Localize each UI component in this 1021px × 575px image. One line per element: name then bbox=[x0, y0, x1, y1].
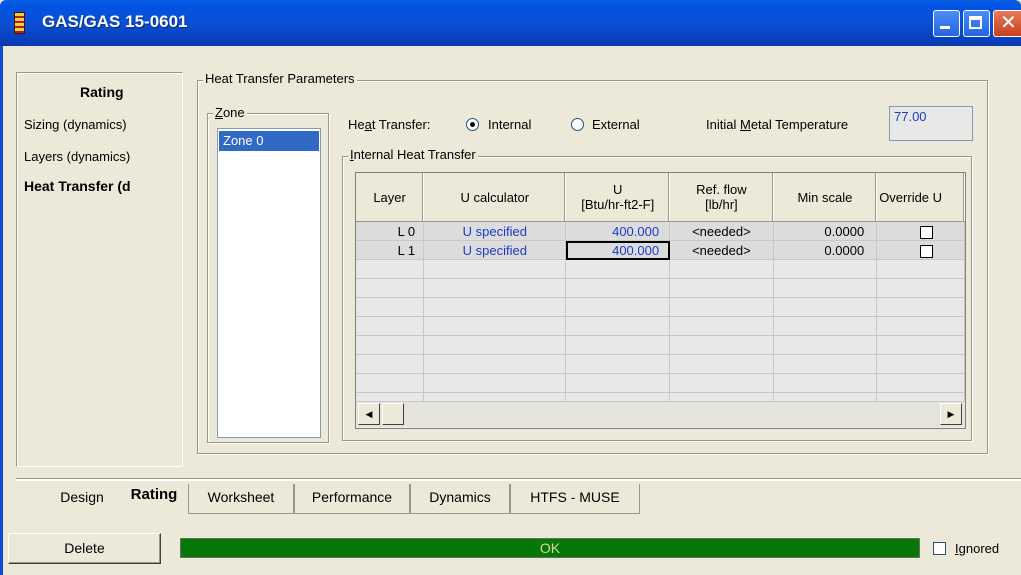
grid-header-row: Layer U calculator U [Btu/hr-ft2-F] Ref. … bbox=[356, 173, 965, 222]
initial-metal-temperature-input[interactable]: 77.00 bbox=[889, 106, 973, 141]
cell-u-selected[interactable]: 400.000 bbox=[565, 240, 671, 260]
empty-row bbox=[356, 297, 965, 317]
initial-metal-temperature-label: Initial Metal Temperature bbox=[706, 117, 848, 132]
nav-header: Rating bbox=[80, 84, 124, 100]
nav-item-layers[interactable]: Layers (dynamics) bbox=[24, 149, 130, 164]
iht-label-rest: nternal Heat Transfer bbox=[353, 147, 476, 162]
empty-row bbox=[356, 354, 965, 374]
radio-external[interactable] bbox=[571, 118, 584, 131]
imt-label-rest: etal Temperature bbox=[750, 117, 849, 132]
empty-row bbox=[356, 278, 965, 298]
ignored-label-rest: gnored bbox=[958, 541, 1000, 556]
cell-layer[interactable]: L 0 bbox=[356, 221, 425, 241]
radio-internal-label[interactable]: Internal bbox=[488, 117, 531, 132]
tab-htfs-muse[interactable]: HTFS - MUSE bbox=[510, 484, 640, 514]
zone-list-item[interactable]: Zone 0 bbox=[219, 131, 319, 151]
heat-transfer-grid[interactable]: Layer U calculator U [Btu/hr-ft2-F] Ref. … bbox=[355, 172, 966, 429]
imt-label-prefix: Initial bbox=[706, 117, 740, 132]
ignored-label[interactable]: Ignored bbox=[955, 541, 999, 556]
cell-layer[interactable]: L 1 bbox=[356, 240, 425, 260]
radio-external-label[interactable]: External bbox=[592, 117, 640, 132]
cell-u[interactable]: 400.000 bbox=[565, 221, 671, 241]
zone-label: Zone bbox=[213, 105, 247, 120]
close-button[interactable]: ✕ bbox=[993, 10, 1021, 37]
zone-list[interactable] bbox=[217, 128, 321, 438]
arrow-left-icon: ◀ bbox=[365, 409, 373, 419]
scroll-left-button[interactable]: ◀ bbox=[358, 403, 380, 425]
tab-performance[interactable]: Performance bbox=[294, 484, 410, 514]
heat-transfer-label-mnemonic: a bbox=[364, 117, 372, 132]
tab-rating[interactable]: Rating bbox=[120, 482, 188, 512]
cell-override-u[interactable] bbox=[876, 240, 965, 260]
ignored-checkbox[interactable] bbox=[933, 542, 946, 555]
column-header-override-u[interactable]: Override U bbox=[876, 173, 965, 222]
tab-design[interactable]: Design bbox=[44, 484, 120, 514]
empty-row bbox=[356, 259, 965, 279]
empty-row bbox=[356, 316, 965, 336]
zone-label-rest: one bbox=[222, 105, 245, 120]
override-u-checkbox[interactable] bbox=[920, 244, 934, 258]
cell-u-calculator[interactable]: U specified bbox=[423, 240, 567, 260]
nav-item-sizing[interactable]: Sizing (dynamics) bbox=[24, 117, 127, 132]
column-header-ref-flow[interactable]: Ref. flow [lb/hr] bbox=[669, 173, 774, 222]
cell-min-scale[interactable]: 0.0000 bbox=[773, 221, 878, 241]
heat-transfer-label-rest: t Transfer: bbox=[371, 117, 431, 132]
zone-label-mnemonic: Z bbox=[215, 105, 223, 120]
table-row[interactable]: L 1 U specified 400.000 <needed> 0.0000 bbox=[356, 240, 965, 260]
app-icon[interactable] bbox=[14, 12, 25, 34]
empty-row bbox=[356, 373, 965, 393]
heat-transfer-parameters-label: Heat Transfer Parameters bbox=[203, 71, 357, 86]
column-header-u[interactable]: U [Btu/hr-ft2-F] bbox=[565, 173, 671, 222]
tab-worksheet[interactable]: Worksheet bbox=[188, 484, 294, 514]
empty-row bbox=[356, 335, 965, 355]
minimize-icon bbox=[940, 26, 950, 29]
column-header-min-scale[interactable]: Min scale bbox=[773, 173, 878, 222]
cell-ref-flow[interactable]: <needed> bbox=[669, 240, 774, 260]
cell-ref-flow[interactable]: <needed> bbox=[669, 221, 774, 241]
column-header-u-calculator[interactable]: U calculator bbox=[423, 173, 567, 222]
delete-button[interactable]: Delete bbox=[8, 533, 161, 564]
status-bar: OK bbox=[180, 538, 920, 558]
horizontal-scrollbar[interactable] bbox=[356, 401, 965, 427]
tab-dynamics[interactable]: Dynamics bbox=[410, 484, 510, 514]
override-u-checkbox[interactable] bbox=[920, 225, 934, 239]
heat-transfer-label-prefix: He bbox=[348, 117, 365, 132]
grid-table: Layer U calculator U [Btu/hr-ft2-F] Ref. … bbox=[356, 173, 965, 412]
scroll-right-button[interactable]: ▶ bbox=[940, 403, 962, 425]
arrow-right-icon: ▶ bbox=[947, 409, 955, 419]
table-row[interactable]: L 0 U specified 400.000 <needed> 0.0000 bbox=[356, 221, 965, 241]
heat-transfer-mode-label: Heat Transfer: bbox=[348, 117, 430, 132]
nav-item-heat-transfer[interactable]: Heat Transfer (d bbox=[24, 178, 179, 194]
cell-u-calculator[interactable]: U specified bbox=[423, 221, 567, 241]
minimize-button[interactable] bbox=[933, 10, 960, 37]
scroll-thumb[interactable] bbox=[382, 403, 404, 425]
radio-selected-dot bbox=[470, 122, 475, 127]
internal-heat-transfer-label: Internal Heat Transfer bbox=[348, 147, 478, 162]
cell-min-scale[interactable]: 0.0000 bbox=[773, 240, 878, 260]
maximize-button[interactable] bbox=[963, 10, 990, 37]
cell-override-u[interactable] bbox=[876, 221, 965, 241]
imt-label-mnemonic: M bbox=[739, 117, 751, 132]
maximize-icon bbox=[969, 16, 982, 29]
window-title: GAS/GAS 15-0601 bbox=[42, 12, 188, 31]
radio-internal[interactable] bbox=[466, 118, 479, 131]
column-header-layer[interactable]: Layer bbox=[356, 173, 425, 222]
close-icon: ✕ bbox=[1000, 12, 1017, 34]
tab-strip bbox=[16, 478, 1021, 481]
